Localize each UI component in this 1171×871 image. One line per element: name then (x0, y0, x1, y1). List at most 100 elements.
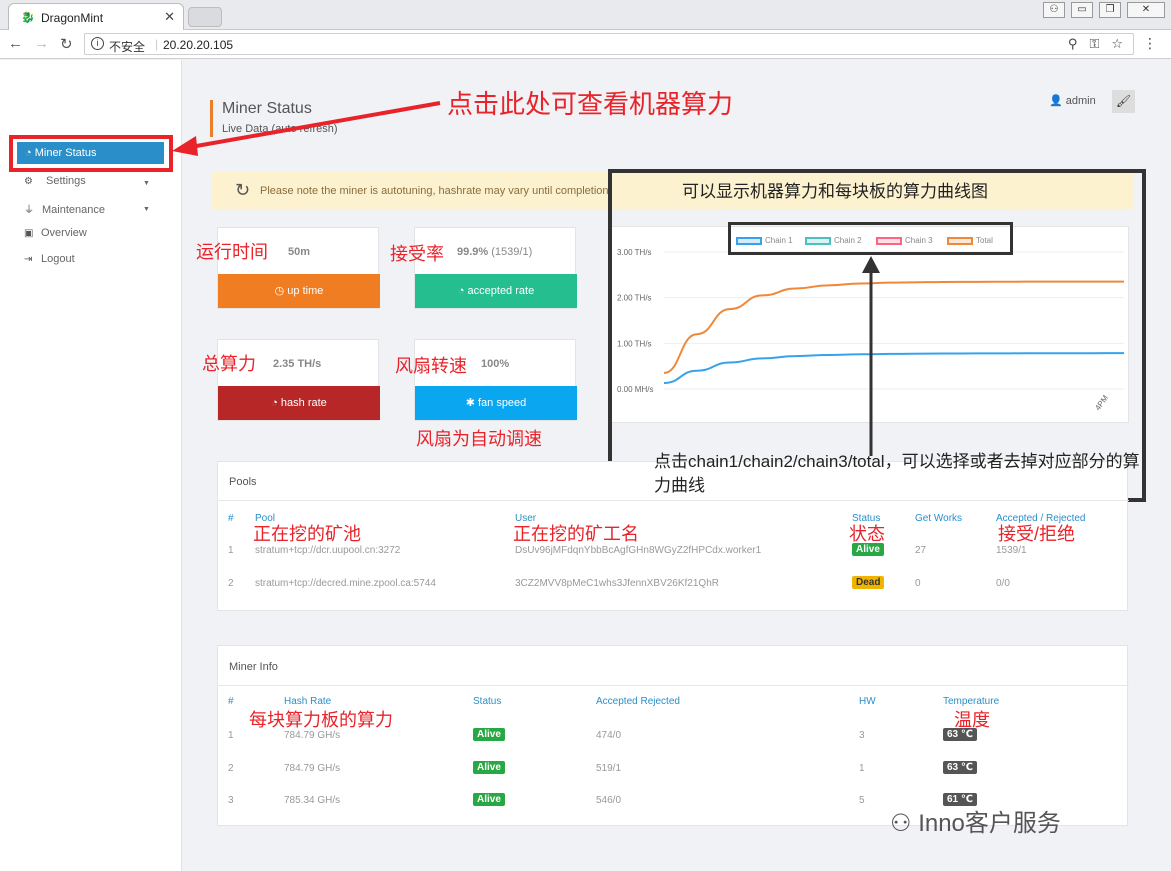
key-icon[interactable]: ⚿ (1089, 36, 1099, 52)
url-text: 20.20.20.105 (163, 38, 234, 52)
zoom-icon[interactable]: ⚲ (1068, 36, 1078, 52)
sidebar-item-label: Overview (41, 227, 87, 239)
user-menu[interactable]: 👤 admin (1049, 94, 1096, 107)
sidebar-item-overview[interactable]: ▣ Overview (24, 227, 87, 239)
new-tab-button[interactable] (188, 7, 222, 27)
chain-hw: 1 (859, 763, 865, 774)
insecure-label: 不安全 (109, 40, 146, 54)
wechat-icon: ⚇ (890, 810, 912, 837)
pool-accepted-rejected: 1539/1 (996, 545, 1027, 556)
uptime-band: ◷ up time (218, 274, 380, 308)
annotation-status: 状态 (849, 524, 885, 544)
user-icon: 👤 (1049, 95, 1063, 107)
brush-icon: 🖌 (1115, 94, 1132, 108)
sidebar-item-settings[interactable]: ⚙ Settings (24, 175, 86, 187)
chain-hash-rate: 784.79 GH/s (284, 763, 341, 774)
pools-title: Pools (229, 476, 257, 488)
col-header: # (228, 513, 234, 524)
url-separator: | (155, 37, 159, 51)
sidebar-item-logout[interactable]: ⇥ Logout (24, 253, 75, 265)
chain-accepted-rejected: 546/0 (596, 795, 622, 806)
browser-tab-bar: 🐉 DragonMint ✕ ⚇ ▭ ❐ ✕ (0, 0, 1171, 30)
fan-speed-band: ✱ fan speed (415, 386, 577, 420)
pool-works: 27 (915, 545, 927, 556)
status-badge: Alive (473, 793, 505, 806)
browser-tab[interactable]: 🐉 DragonMint ✕ (8, 3, 184, 30)
chain-index: 2 (228, 763, 234, 774)
col-header: Get Works (915, 513, 963, 524)
hash-rate-band: ◔ hash rate (218, 386, 380, 420)
spinner-icon: ↻ (235, 180, 251, 200)
accepted-rate-value: 99.9% (1539/1) (457, 246, 533, 258)
annotation-board-hash: 每块算力板的算力 (249, 710, 393, 730)
gauge-icon: ◔ (457, 285, 465, 297)
pool-user: DsUv96jMFdqnYbbBcAgfGHn8WGyZ2fHPCdx.work… (515, 545, 762, 556)
info-icon[interactable]: i (91, 37, 104, 50)
sidebar-item-maintenance[interactable]: ⏚ Maintenance (24, 201, 105, 216)
sidebar-item-label: Miner Status (34, 147, 97, 159)
chain-index: 1 (228, 730, 234, 741)
plug-icon: ⏚ (24, 205, 34, 216)
user-icon[interactable]: ⚇ (1043, 2, 1065, 18)
miner-info-title: Miner Info (229, 661, 278, 673)
theme-brush-button[interactable]: 🖌 (1112, 90, 1135, 113)
annotation-temperature: 温度 (954, 710, 990, 730)
accepted-rate-band: ◔ accepted rate (415, 274, 577, 308)
url-field[interactable]: i 不安全 | 20.20.20.105 ⚲ ⚿ ☆ (84, 33, 1134, 55)
chain-hash-rate: 785.34 GH/s (284, 795, 341, 806)
annotation-uptime: 运行时间 (196, 242, 268, 262)
annotation-legend-desc: 点击chain1/chain2/chain3/total，可以选择或者去掉对应部… (654, 452, 1140, 495)
annotation-fan-speed: 风扇转速 (395, 356, 467, 376)
chain-hw: 3 (859, 730, 865, 741)
restore-button[interactable]: ❐ (1099, 2, 1121, 18)
pool-url: stratum+tcp://decred.mine.zpool.ca:5744 (255, 578, 436, 589)
chain-hw: 5 (859, 795, 865, 806)
divider (218, 685, 1129, 686)
col-header: Status (473, 696, 502, 707)
sidebar: ◔ Miner Status ⚙ Settings ▼ ⏚ Maintenance … (0, 60, 182, 871)
chip-icon: ▣ (24, 228, 34, 239)
uptime-value: 50m (288, 246, 311, 258)
logout-icon: ⇥ (24, 254, 33, 265)
chain-index: 3 (228, 795, 234, 806)
pool-works: 0 (915, 578, 921, 589)
sidebar-item-label: Maintenance (42, 204, 105, 216)
page-subtitle: Live Data (auto refresh) (222, 123, 338, 135)
sidebar-item-label: Settings (46, 175, 86, 187)
close-window-button[interactable]: ✕ (1127, 2, 1165, 18)
page-title: Miner Status (222, 100, 312, 117)
col-header: # (228, 696, 234, 707)
title-accent (210, 100, 213, 137)
sidebar-item-label: Logout (41, 253, 75, 265)
notice-text: Please note the miner is autotuning, has… (260, 185, 612, 197)
star-icon[interactable]: ☆ (1111, 36, 1123, 52)
status-badge: Alive (473, 728, 505, 741)
watermark: ⚇ Inno客户服务 (890, 810, 1061, 837)
pool-user: 3CZ2MVV8pMeC1whs3JfennXBV26Kf21QhR (515, 578, 719, 589)
forward-icon[interactable]: → (34, 35, 49, 52)
tab-title: DragonMint (41, 11, 104, 25)
divider (218, 500, 1129, 501)
gears-icon: ⚙ (24, 176, 33, 187)
sidebar-item-miner-status[interactable]: ◔ Miner Status (17, 142, 164, 164)
dragon-favicon-icon: 🐉 (21, 12, 35, 24)
col-header: Accepted Rejected (596, 696, 680, 707)
chevron-down-icon: ▼ (143, 206, 150, 213)
close-tab-icon[interactable]: ✕ (164, 9, 175, 25)
annotation-chart-desc: 可以显示机器算力和每块板的算力曲线图 (682, 182, 988, 201)
annotation-accept-reject: 接受/拒绝 (998, 524, 1076, 544)
reload-icon[interactable]: ↻ (60, 35, 73, 53)
gauge-icon: ◔ (271, 397, 278, 409)
annotation-click-here: 点击此处可查看机器算力 (447, 89, 734, 119)
pool-url: stratum+tcp://dcr.uupool.cn:3272 (255, 545, 401, 556)
chain-accepted-rejected: 519/1 (596, 763, 622, 774)
minimize-button[interactable]: ▭ (1071, 2, 1093, 18)
clock-icon: ◷ (274, 285, 285, 297)
browser-menu-icon[interactable]: ⋮ (1143, 35, 1157, 52)
annotation-fan-auto: 风扇为自动调速 (416, 429, 542, 449)
back-icon[interactable]: ← (8, 35, 23, 52)
temperature-badge: 63 ℃ (943, 761, 978, 774)
col-header: HW (859, 696, 876, 707)
miner-info-panel: Miner Info # Hash Rate Status Accepted R… (217, 645, 1129, 826)
chain-accepted-rejected: 474/0 (596, 730, 622, 741)
